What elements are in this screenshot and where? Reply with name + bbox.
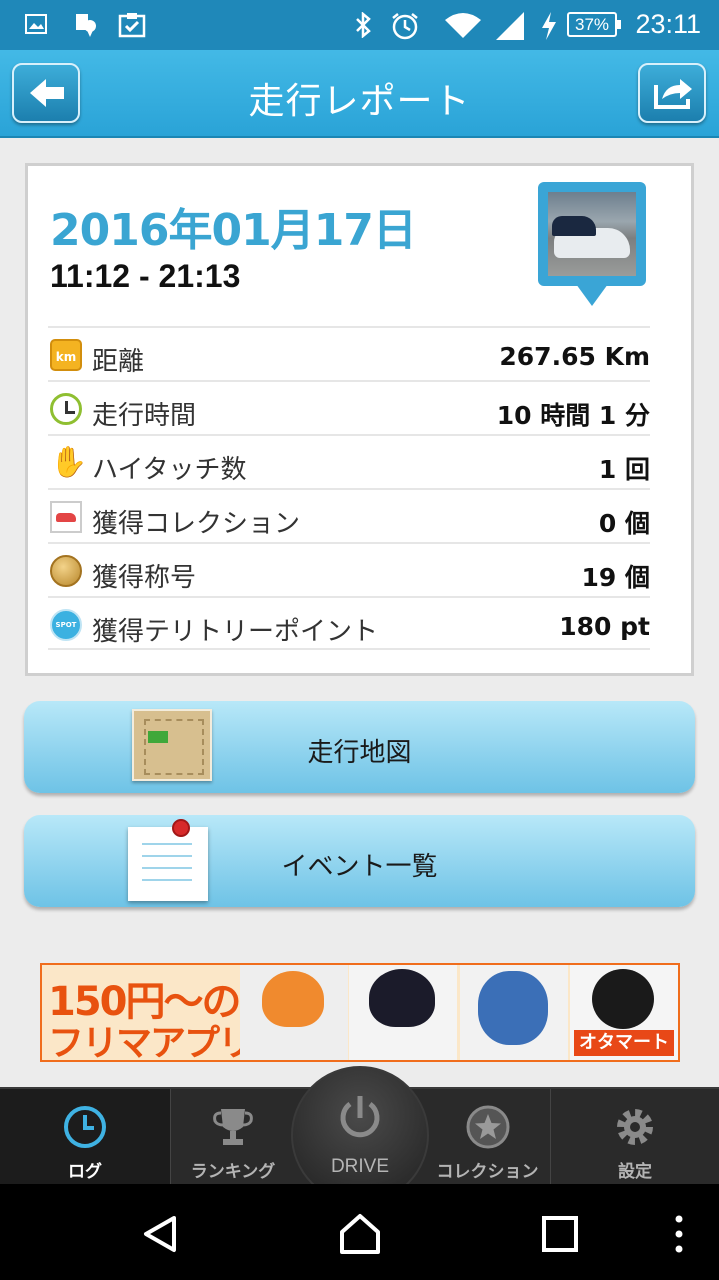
status-bar: 37% 23:11 (0, 0, 719, 50)
stat-row-distance: km 距離 267.65 Km (48, 326, 650, 380)
ad-text-line2: フリマアプリ (48, 1023, 254, 1062)
report-date: 2016年01月17日 (50, 205, 417, 256)
image-icon (25, 14, 47, 34)
tab-label: コレクション (436, 1162, 539, 1182)
charging-icon (542, 12, 556, 40)
stat-label: ハイタッチ数 (92, 455, 247, 485)
stat-row-drive-time: 走行時間 10 時間 1 分 (48, 380, 650, 434)
ad-figure-image (349, 965, 457, 1060)
stat-value: 10 時間 1 分 (496, 401, 650, 430)
share-button[interactable] (638, 63, 706, 123)
stat-label: 獲得テリトリーポイント (92, 617, 379, 647)
power-icon (340, 1096, 380, 1138)
star-icon (466, 1105, 509, 1149)
stats-list: km 距離 267.65 Km 走行時間 10 時間 1 分 ✋ ハイタッチ数 … (48, 326, 650, 650)
clock-icon (64, 1106, 106, 1148)
stat-label: 走行時間 (92, 401, 197, 431)
drive-label: DRIVE (330, 1156, 390, 1177)
stat-label: 獲得称号 (92, 563, 197, 593)
car-photo-pin[interactable] (538, 182, 646, 310)
tab-collection[interactable]: コレクション (425, 1089, 550, 1184)
drive-map-button[interactable]: 走行地図 (24, 701, 695, 793)
stat-value: 19 個 (581, 563, 651, 592)
tab-label: 設定 (618, 1162, 652, 1182)
pushpin-icon (172, 819, 190, 837)
system-navigation-bar (0, 1184, 719, 1280)
share-icon (654, 79, 692, 109)
wifi-icon (445, 13, 481, 38)
ad-banner[interactable]: 150円～の フリマアプリ オタマート (40, 963, 680, 1062)
ad-figure-image (460, 965, 568, 1060)
tab-settings[interactable]: 設定 (550, 1089, 719, 1184)
stat-label: 獲得コレクション (92, 509, 301, 539)
status-time: 23:11 (635, 9, 701, 39)
stat-value: 267.65 Km (499, 342, 650, 371)
ad-figure-image: オタマート (570, 965, 678, 1060)
stat-row-collection: 獲得コレクション 0 個 (48, 488, 650, 542)
signal-icon (496, 12, 524, 40)
more-options-icon[interactable] (673, 1214, 685, 1254)
alarm-icon (392, 13, 418, 40)
car-icon (50, 501, 82, 533)
ad-logo: オタマート (574, 1030, 674, 1056)
event-list-button[interactable]: イベント一覧 (24, 815, 695, 907)
drive-map-label: 走行地図 (307, 738, 412, 768)
stat-row-titles: 獲得称号 19 個 (48, 542, 650, 596)
battery-level: 37% (567, 12, 621, 37)
home-icon[interactable] (338, 1212, 382, 1256)
clock-icon (50, 393, 82, 425)
stat-value: 0 個 (598, 509, 650, 538)
hand-icon: ✋ (50, 445, 88, 480)
tab-log[interactable]: ログ (0, 1089, 170, 1184)
location-icon (76, 14, 96, 37)
stat-value: 180 pt (559, 612, 650, 641)
km-icon: km (50, 339, 82, 371)
back-icon[interactable] (140, 1214, 180, 1254)
stat-value: 1 回 (598, 455, 650, 484)
tab-label: ログ (68, 1162, 102, 1182)
app-header: 走行レポート (0, 50, 719, 138)
stat-row-territory: SPOT 獲得テリトリーポイント 180 pt (48, 596, 650, 650)
trophy-icon (213, 1109, 253, 1145)
gear-icon (617, 1109, 653, 1145)
medal-icon (50, 555, 82, 587)
car-photo (548, 192, 636, 276)
recents-icon[interactable] (541, 1215, 579, 1253)
event-list-label: イベント一覧 (281, 852, 438, 882)
clipboard-icon (118, 13, 146, 38)
tab-label: ランキング (190, 1162, 276, 1182)
stat-label: 距離 (92, 347, 145, 377)
stat-row-high-touch: ✋ ハイタッチ数 1 回 (48, 434, 650, 488)
report-card: 2016年01月17日 11:12 - 21:13 km 距離 267.65 K… (25, 163, 694, 676)
spot-icon: SPOT (50, 609, 82, 641)
ad-figure-image (240, 965, 348, 1060)
tab-ranking[interactable]: ランキング (170, 1089, 295, 1184)
bluetooth-icon (356, 12, 371, 38)
page-title: 走行レポート (248, 81, 471, 122)
report-time-range: 11:12 - 21:13 (50, 258, 241, 294)
